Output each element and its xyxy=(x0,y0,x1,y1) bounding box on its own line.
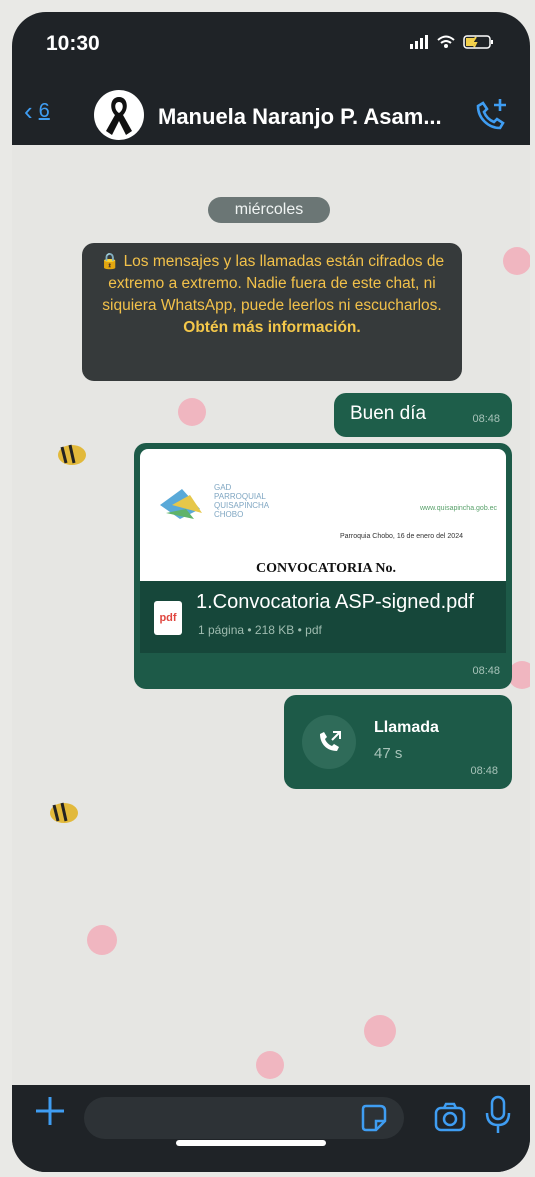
sticker-icon[interactable] xyxy=(358,1103,388,1133)
gad-logo-icon xyxy=(160,489,202,519)
plus-icon[interactable] xyxy=(32,1093,68,1129)
call-message[interactable]: Llamada 47 s 08:48 xyxy=(284,695,512,789)
contact-name[interactable]: Manuela Naranjo P. Asam... xyxy=(158,104,442,130)
message-text: Buen día xyxy=(350,403,427,424)
status-bar: 10:30 xyxy=(12,12,530,92)
pdf-icon: pdf xyxy=(154,601,182,635)
file-name: 1.Convocatoria ASP-signed.pdf xyxy=(196,591,474,613)
unread-count: 6 xyxy=(38,100,50,122)
back-button[interactable]: ‹ 6 xyxy=(24,96,50,127)
chevron-left-icon: ‹ xyxy=(24,96,33,126)
document-preview[interactable]: GAD PARROQUIAL QUISAPINCHA CHOBO www.qui… xyxy=(140,449,506,581)
encryption-notice[interactable]: 🔒 Los mensajes y las llamadas están cifr… xyxy=(82,243,462,381)
document-info-bar[interactable]: pdf 1.Convocatoria ASP-signed.pdf 1 pági… xyxy=(140,581,506,653)
lock-icon: 🔒 xyxy=(99,253,120,270)
signal-icon xyxy=(410,35,493,49)
outgoing-call-icon xyxy=(302,715,356,769)
call-title: Llamada xyxy=(374,719,439,736)
message-time: 08:48 xyxy=(472,413,500,425)
bee-icon xyxy=(50,444,86,823)
signal-wifi-battery-icons xyxy=(408,32,500,53)
website-text: www.quisapincha.gob.ec xyxy=(420,505,498,512)
learn-more-link[interactable]: Obtén más información. xyxy=(183,319,360,336)
logo-text: GAD PARROQUIAL QUISAPINCHA CHOBO xyxy=(214,483,269,519)
date-line: Parroquia Chobo, 16 de enero del 2024 xyxy=(340,533,463,540)
message-time: 08:48 xyxy=(472,665,500,677)
message-input[interactable] xyxy=(84,1097,404,1139)
contact-avatar[interactable] xyxy=(94,90,144,140)
microphone-icon[interactable] xyxy=(482,1095,514,1135)
camera-icon[interactable] xyxy=(432,1099,468,1135)
encryption-text: Los mensajes y las llamadas están cifrad… xyxy=(102,253,445,314)
date-separator: miércoles xyxy=(208,197,330,223)
message-bubble[interactable]: Buen día 08:48 xyxy=(334,393,512,437)
message-composer xyxy=(12,1085,530,1172)
file-meta: 1 página • 218 KB • pdf xyxy=(198,623,322,637)
call-duration: 47 s xyxy=(374,745,403,762)
add-call-icon[interactable] xyxy=(470,96,510,136)
home-indicator xyxy=(176,1140,326,1146)
status-time: 10:30 xyxy=(46,32,100,55)
mourning-ribbon-icon xyxy=(106,97,132,135)
document-message[interactable]: GAD PARROQUIAL QUISAPINCHA CHOBO www.qui… xyxy=(134,443,512,689)
whatsapp-chat-screen: 10:30 ‹ 6 Manuela Naranjo P. Asam... mié… xyxy=(12,12,530,1172)
doc-heading: CONVOCATORIA No. xyxy=(256,561,396,576)
message-time: 08:48 xyxy=(470,765,498,777)
chat-area: miércoles 🔒 Los mensajes y las llamadas … xyxy=(12,145,530,1085)
